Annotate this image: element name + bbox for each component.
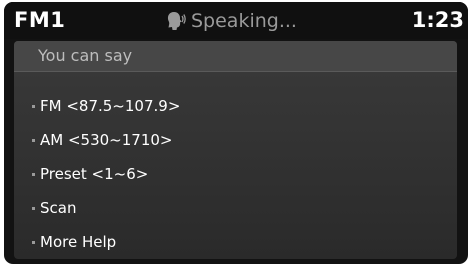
speaking-head-icon: [167, 12, 186, 30]
status-bar: FM1 Speaking... 1:23: [4, 2, 468, 39]
voice-command-list: FM <87.5~107.9> AM <530~1710> Preset <1~…: [32, 89, 180, 259]
voice-command-label: More Help: [40, 233, 117, 251]
voice-recognition-screen: FM1 Speaking... 1:23 You can say FM <87.…: [4, 2, 468, 264]
clock: 1:23: [411, 8, 464, 32]
bullet-icon: [32, 206, 35, 210]
panel-title: You can say: [38, 46, 133, 65]
bullet-icon: [32, 138, 35, 142]
bullet-icon: [32, 240, 35, 244]
voice-command-preset[interactable]: Preset <1~6>: [32, 157, 180, 191]
bullet-icon: [32, 104, 35, 108]
voice-command-fm[interactable]: FM <87.5~107.9>: [32, 89, 180, 123]
voice-command-label: AM <530~1710>: [40, 131, 173, 149]
voice-command-label: Preset <1~6>: [40, 165, 149, 183]
speaking-status: Speaking...: [165, 10, 297, 32]
radio-source-label: FM1: [14, 8, 66, 32]
you-can-say-panel: You can say FM <87.5~107.9> AM <530~1710…: [14, 41, 457, 259]
panel-header: You can say: [14, 41, 457, 72]
voice-command-label: FM <87.5~107.9>: [40, 97, 181, 115]
voice-command-am[interactable]: AM <530~1710>: [32, 123, 180, 157]
voice-command-more-help[interactable]: More Help: [32, 225, 180, 259]
bullet-icon: [32, 172, 35, 176]
speaking-status-text: Speaking...: [191, 10, 297, 32]
voice-command-scan[interactable]: Scan: [32, 191, 180, 225]
voice-command-label: Scan: [40, 199, 77, 217]
